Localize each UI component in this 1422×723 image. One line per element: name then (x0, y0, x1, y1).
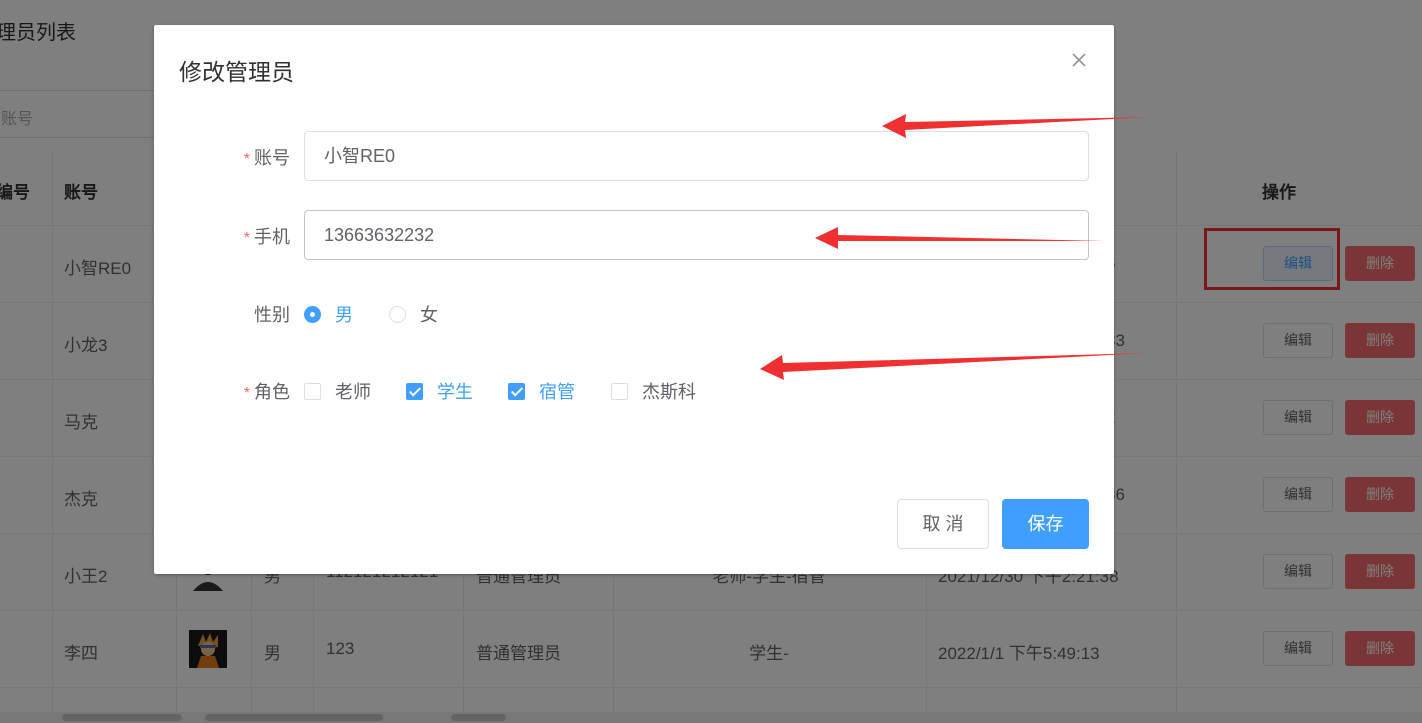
edit-admin-dialog: 修改管理员 * 账号 小智RE0 * 手机 13663632232 性别 男 女 *… (154, 25, 1114, 574)
radio-label: 女 (420, 305, 438, 325)
account-input[interactable]: 小智RE0 (304, 131, 1089, 181)
role-checkbox-dorm-manager[interactable]: 宿管 (508, 380, 575, 402)
checkbox-checked-icon (508, 382, 525, 400)
role-checkbox-teacher[interactable]: 老师 (304, 380, 371, 402)
radio-checked-icon (304, 305, 321, 323)
save-button[interactable]: 保存 (1002, 499, 1089, 549)
role-label: * 角色 (243, 382, 290, 402)
checkbox-unchecked-icon (611, 382, 628, 400)
role-checkbox-student[interactable]: 学生 (406, 380, 473, 402)
checkbox-label: 老师 (335, 382, 371, 402)
phone-label: * 手机 (243, 227, 290, 247)
gender-radio-male[interactable]: 男 (304, 303, 353, 325)
checkbox-label: 学生 (437, 382, 473, 402)
phone-input[interactable]: 13663632232 (304, 210, 1089, 260)
gender-radio-female[interactable]: 女 (389, 303, 438, 325)
close-icon[interactable] (1069, 49, 1089, 73)
checkbox-checked-icon (406, 382, 423, 400)
account-label: * 账号 (243, 148, 290, 168)
checkbox-label: 宿管 (539, 382, 575, 402)
role-checkbox-jesco[interactable]: 杰斯科 (611, 380, 696, 402)
gender-label: 性别 (254, 305, 290, 325)
checkbox-label: 杰斯科 (642, 382, 696, 402)
radio-label: 男 (335, 305, 353, 325)
cancel-button[interactable]: 取 消 (897, 499, 989, 549)
checkbox-unchecked-icon (304, 382, 321, 400)
dialog-title: 修改管理员 (179, 59, 294, 85)
radio-unchecked-icon (389, 305, 406, 323)
